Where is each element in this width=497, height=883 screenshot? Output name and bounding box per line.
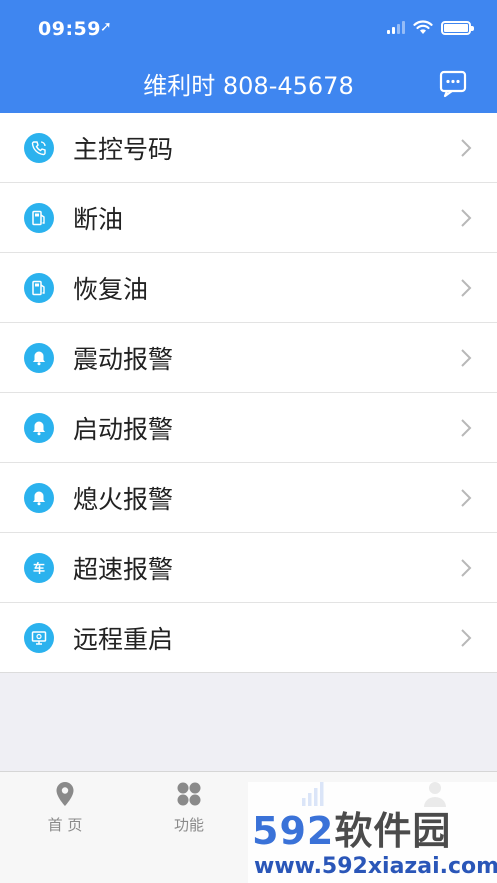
list-item-restore-fuel[interactable]: 恢复油 xyxy=(0,253,497,323)
command-list: 主控号码 断油 恢复油 震动报警 启动报警 熄火报警 车 超速报警 远程重启 xyxy=(0,113,497,673)
list-item-ignition-off-alarm[interactable]: 熄火报警 xyxy=(0,463,497,533)
list-item-label: 主控号码 xyxy=(73,134,174,164)
list-item-label: 远程重启 xyxy=(73,624,174,654)
monitor-restart-icon xyxy=(24,622,54,653)
watermark-overlay: 592软件园 www.592xiazai.com xyxy=(248,782,497,883)
tab-functions[interactable]: 功能 xyxy=(149,780,229,835)
list-item-label: 震动报警 xyxy=(73,344,174,374)
list-item-label: 熄火报警 xyxy=(73,484,174,514)
chevron-right-icon xyxy=(461,488,472,507)
fuel-pump-icon xyxy=(24,272,54,303)
watermark-url: www.592xiazai.com xyxy=(254,854,497,879)
list-item-vibration-alarm[interactable]: 震动报警 xyxy=(0,323,497,393)
cellular-signal-icon xyxy=(387,21,405,34)
chevron-right-icon xyxy=(461,348,472,367)
app-header: 09:59 ➚ 维利时 808-45678 xyxy=(0,0,497,113)
tab-label: 首 页 xyxy=(47,816,83,834)
chat-bubble-icon[interactable] xyxy=(439,70,467,98)
location-arrow-icon: ➚ xyxy=(100,19,112,35)
battery-icon xyxy=(441,20,474,35)
grid-icon xyxy=(177,782,201,806)
status-indicators xyxy=(387,20,474,35)
chevron-right-icon xyxy=(461,418,472,437)
location-pin-icon xyxy=(56,782,74,806)
phone-call-icon xyxy=(24,132,54,163)
wifi-icon xyxy=(413,20,433,34)
list-item-cut-fuel[interactable]: 断油 xyxy=(0,183,497,253)
bell-icon xyxy=(24,342,54,373)
chevron-right-icon xyxy=(461,628,472,647)
bell-icon xyxy=(24,412,54,443)
list-item-label: 恢复油 xyxy=(73,274,149,304)
watermark-brand-text: 软件园 xyxy=(334,809,452,853)
fuel-pump-icon xyxy=(24,202,54,233)
list-item-remote-restart[interactable]: 远程重启 xyxy=(0,603,497,673)
page-title: 维利时 808-45678 xyxy=(143,72,354,100)
car-speed-icon: 车 xyxy=(24,552,54,583)
status-time: 09:59 xyxy=(38,18,101,40)
chevron-right-icon xyxy=(461,278,472,297)
watermark-brand-number: 592 xyxy=(252,809,335,853)
tab-label: 功能 xyxy=(173,816,204,834)
list-item-label: 超速报警 xyxy=(73,554,174,584)
watermark-brand: 592软件园 xyxy=(252,800,451,855)
chevron-right-icon xyxy=(461,558,472,577)
bell-icon xyxy=(24,482,54,513)
list-item-start-alarm[interactable]: 启动报警 xyxy=(0,393,497,463)
list-item-main-number[interactable]: 主控号码 xyxy=(0,113,497,183)
list-item-overspeed-alarm[interactable]: 车 超速报警 xyxy=(0,533,497,603)
list-item-label: 断油 xyxy=(73,204,124,234)
chevron-right-icon xyxy=(461,138,472,157)
svg-text:车: 车 xyxy=(33,560,45,575)
chevron-right-icon xyxy=(461,208,472,227)
tab-home[interactable]: 首 页 xyxy=(25,780,105,835)
list-item-label: 启动报警 xyxy=(73,414,174,444)
